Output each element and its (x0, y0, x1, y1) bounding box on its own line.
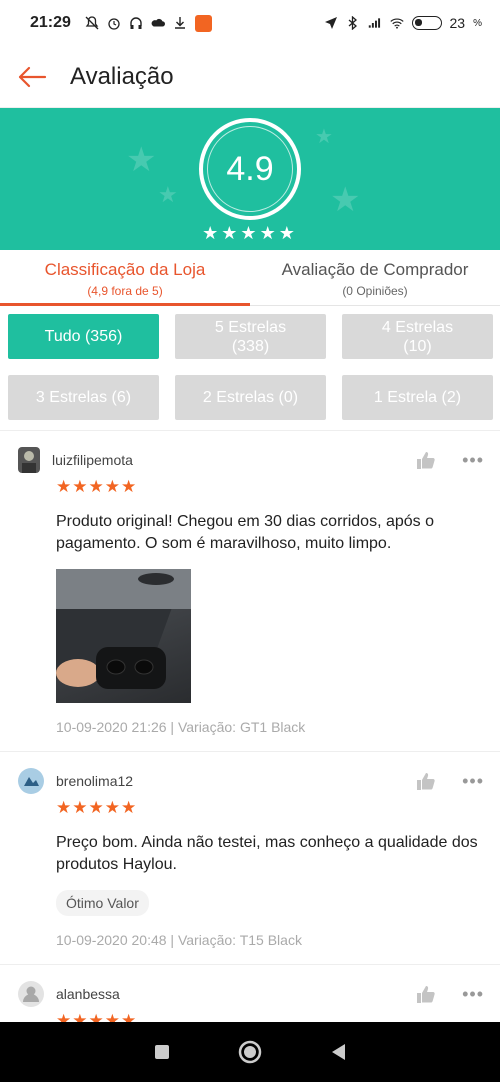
tab-label: Avaliação de Comprador (281, 260, 469, 279)
avatar[interactable] (18, 768, 44, 794)
battery-level: 23 (449, 15, 466, 31)
bluetooth-icon (346, 16, 360, 30)
review-stars: ★★★★★ (56, 798, 138, 817)
home-icon[interactable] (238, 1040, 262, 1064)
cloud-icon (151, 16, 165, 30)
location-icon (324, 16, 338, 30)
tab-buyer-review[interactable]: Avaliação de Comprador (0 Opiniões) (250, 250, 500, 305)
thumbs-up-icon[interactable] (416, 451, 436, 469)
thumbs-up-icon[interactable] (416, 772, 436, 790)
more-options-icon[interactable]: ••• (462, 984, 484, 1005)
review-stars: ★★★★★ (56, 477, 138, 496)
filter-1-star[interactable]: 1 Estrela (2) (342, 375, 493, 420)
signal-icon (368, 16, 382, 30)
score-ring: 4.9 (199, 118, 301, 220)
tab-sublabel: (0 Opiniões) (342, 284, 408, 298)
review-item: luizfilipemota ••• ★★★★★ Produto origina… (0, 431, 500, 752)
decorative-star-icon: ★ (126, 141, 157, 179)
decorative-star-icon: ★ (330, 181, 361, 219)
back-button[interactable] (0, 46, 64, 108)
status-time: 21:29 (30, 14, 71, 31)
review-meta: 10-09-2020 20:48 | Variação: T15 Black (56, 932, 302, 948)
avatar[interactable] (18, 981, 44, 1007)
filter-3-stars[interactable]: 3 Estrelas (6) (8, 375, 159, 420)
reviewer-name[interactable]: brenolima12 (56, 773, 133, 789)
page-title: Avaliação (70, 62, 174, 90)
system-nav-bar (0, 1022, 500, 1082)
tab-label: Classificação da Loja (44, 260, 206, 279)
filter-4-stars[interactable]: 4 Estrelas (10) (342, 314, 493, 359)
star-filters: Tudo (356) 5 Estrelas (338) 4 Estrelas (… (0, 306, 500, 431)
review-tabs: Classificação da Loja (4,9 fora de 5) Av… (0, 250, 500, 306)
review-tag: Ótimo Valor (56, 890, 149, 916)
review-text: Produto original! Chegou em 30 dias corr… (56, 513, 434, 552)
mute-icon (85, 16, 99, 30)
store-score: 4.9 (226, 149, 274, 188)
tab-store-rating[interactable]: Classificação da Loja (4,9 fora de 5) (0, 250, 250, 306)
reviewer-name[interactable]: luizfilipemota (52, 452, 133, 468)
back-nav-icon[interactable] (330, 1043, 346, 1061)
recent-apps-icon[interactable] (154, 1044, 170, 1060)
avatar[interactable] (18, 447, 40, 473)
status-bar: 21:29 23% (30, 14, 482, 32)
app-header: Avaliação (0, 46, 500, 108)
review-photo[interactable] (56, 569, 191, 703)
battery-icon (411, 16, 442, 30)
filter-2-stars[interactable]: 2 Estrelas (0) (175, 375, 326, 420)
download-icon (173, 16, 187, 30)
review-text: Preço bom. Ainda não testei, mas conheço… (56, 834, 478, 873)
thumbs-up-icon[interactable] (416, 985, 436, 1003)
filter-all[interactable]: Tudo (356) (8, 314, 159, 359)
filter-5-stars[interactable]: 5 Estrelas (338) (175, 314, 326, 359)
score-stars: ★★★★★ (202, 223, 298, 243)
app-notification-icon (194, 14, 212, 32)
headphones-icon (129, 16, 143, 30)
review-meta: 10-09-2020 21:26 | Variação: GT1 Black (56, 719, 306, 735)
review-item: brenolima12 ••• ★★★★★ Preço bom. Ainda n… (0, 752, 500, 965)
wifi-icon (389, 16, 404, 30)
rating-hero: ★ ★ ★ ★ 4.9 ★★★★★ (0, 108, 500, 250)
arrow-left-icon (18, 66, 47, 87)
tab-sublabel: (4,9 fora de 5) (87, 284, 163, 298)
reviewer-name[interactable]: alanbessa (56, 986, 120, 1002)
alarm-icon (107, 16, 121, 30)
decorative-star-icon: ★ (315, 126, 333, 148)
decorative-star-icon: ★ (158, 182, 178, 207)
more-options-icon[interactable]: ••• (462, 771, 484, 792)
more-options-icon[interactable]: ••• (462, 450, 484, 471)
